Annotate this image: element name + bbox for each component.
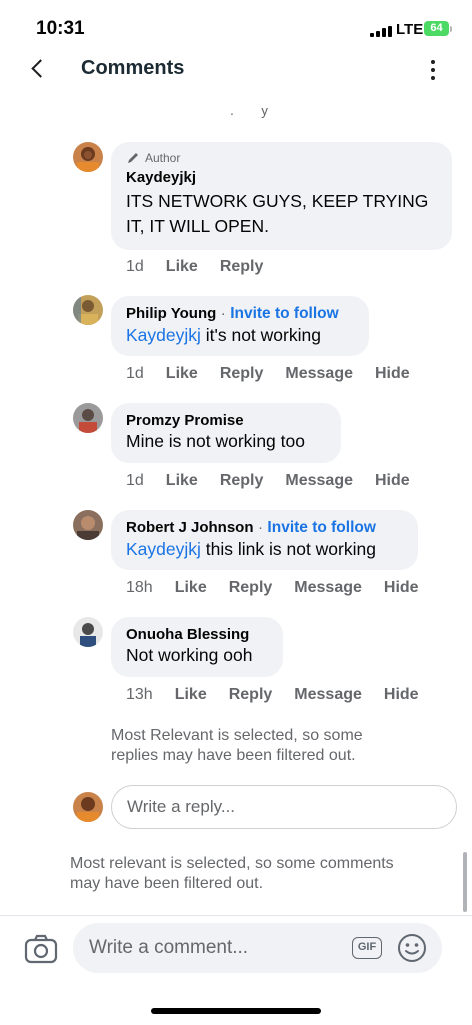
comment-time[interactable]: 1d — [126, 472, 144, 490]
like-button[interactable]: Like — [166, 472, 198, 490]
comment-body: Mine is not working too — [126, 431, 305, 451]
avatar[interactable] — [73, 510, 103, 540]
comment-body: Not working ooh — [126, 645, 253, 665]
reply-button[interactable]: Reply — [229, 579, 273, 597]
avatar[interactable] — [73, 295, 103, 325]
comment-time[interactable]: 1d — [126, 365, 144, 383]
message-button[interactable]: Message — [285, 472, 353, 490]
invite-to-follow-link[interactable]: Invite to follow — [267, 519, 376, 536]
comment-body: this link is not working — [200, 539, 376, 559]
current-user-avatar — [73, 792, 103, 822]
comment-author-name[interactable]: Onuoha Blessing — [126, 626, 268, 643]
mention-link[interactable]: Kaydeyjkj — [126, 539, 201, 559]
avatar[interactable] — [73, 142, 103, 172]
status-time: 10:31 — [36, 18, 85, 39]
comment-time[interactable]: 18h — [126, 579, 153, 597]
page-title: Comments — [81, 57, 185, 79]
comment-text-line: ITS NETWORK GUYS, KEEP TRYING — [126, 191, 429, 211]
comment-actions: 1d Like Reply — [126, 258, 285, 276]
comment-actions: 18h Like Reply Message Hide — [126, 579, 441, 597]
more-options-icon[interactable] — [424, 59, 442, 81]
mention-link[interactable]: Kaydeyjkj — [126, 325, 201, 345]
battery-tip — [450, 26, 452, 32]
hide-button[interactable]: Hide — [384, 579, 419, 597]
comment-bubble[interactable]: Author Kaydeyjkj ITS NETWORK GUYS, KEEP … — [111, 142, 452, 250]
message-button[interactable]: Message — [294, 686, 362, 704]
like-button[interactable]: Like — [175, 686, 207, 704]
comment-input-placeholder: Write a comment... — [89, 937, 249, 958]
avatar[interactable] — [73, 403, 103, 433]
signal-icon — [370, 26, 392, 37]
hide-button[interactable]: Hide — [375, 365, 410, 383]
comment-actions: 1d Like Reply Message Hide — [126, 365, 432, 383]
nav-bar: Comments — [0, 50, 472, 90]
network-label: LTE — [396, 21, 424, 38]
comment-text-line: IT, IT WILL OPEN. — [126, 216, 269, 236]
comment-bubble[interactable]: Philip Young · Invite to follow Kaydeyjk… — [111, 296, 369, 356]
comments-filter-note: Most relevant is selected, so some comme… — [70, 854, 394, 894]
reply-button[interactable]: Reply — [229, 686, 273, 704]
like-button[interactable]: Like — [166, 258, 198, 276]
comment-bubble[interactable]: Promzy Promise Mine is not working too — [111, 403, 341, 463]
replies-filter-note: Most Relevant is selected, so some repli… — [111, 726, 363, 766]
comment-actions: 13h Like Reply Message Hide — [126, 686, 441, 704]
invite-to-follow-link[interactable]: Invite to follow — [230, 305, 339, 322]
comment-author-name[interactable]: Promzy Promise — [126, 412, 326, 429]
comment-body: it's not working — [200, 325, 321, 345]
reply-button[interactable]: Reply — [220, 472, 264, 490]
comment-author-name[interactable]: Kaydeyjkj — [126, 169, 437, 186]
author-badge-label: Author — [145, 151, 181, 165]
note-line: replies may have been filtered out. — [111, 747, 356, 764]
comment-time[interactable]: 1d — [126, 258, 144, 276]
reply-button[interactable]: Reply — [220, 258, 264, 276]
comment-input[interactable]: Write a comment... — [73, 923, 442, 973]
camera-icon[interactable] — [24, 932, 58, 966]
note-line: Most Relevant is selected, so some — [111, 727, 363, 744]
comment-bubble[interactable]: Onuoha Blessing Not working ooh — [111, 617, 283, 677]
status-bar: 10:31 LTE 64 — [0, 0, 472, 56]
hide-button[interactable]: Hide — [384, 686, 419, 704]
emoji-icon[interactable] — [397, 933, 427, 963]
note-line: Most relevant is selected, so some comme… — [70, 855, 394, 872]
gif-button[interactable]: GIF — [352, 937, 382, 959]
separator-dot: · — [257, 519, 263, 536]
reply-input[interactable]: Write a reply... — [111, 785, 457, 829]
scrollbar[interactable] — [463, 852, 467, 912]
comment-composer: Write a comment... GIF — [0, 915, 472, 1025]
separator-dot: · — [220, 305, 226, 322]
battery-icon: 64 — [424, 21, 449, 36]
like-button[interactable]: Like — [166, 365, 198, 383]
author-badge: Author — [126, 151, 437, 165]
comment-bubble[interactable]: Robert J Johnson · Invite to follow Kayd… — [111, 510, 418, 570]
note-line: may have been filtered out. — [70, 875, 264, 892]
hide-button[interactable]: Hide — [375, 472, 410, 490]
message-button[interactable]: Message — [285, 365, 353, 383]
comment-author-name[interactable]: Robert J Johnson — [126, 519, 254, 536]
clipped-text: . y — [230, 108, 269, 118]
pencil-icon — [128, 153, 138, 163]
reply-button[interactable]: Reply — [220, 365, 264, 383]
like-button[interactable]: Like — [175, 579, 207, 597]
back-icon[interactable] — [26, 56, 52, 82]
comment-actions: 1d Like Reply Message Hide — [126, 472, 432, 490]
home-indicator[interactable] — [151, 1008, 321, 1014]
comment-text: Kaydeyjkj it's not working — [126, 323, 354, 348]
comment-text: Kaydeyjkj this link is not working — [126, 537, 403, 562]
avatar[interactable] — [73, 617, 103, 647]
comment-author-name[interactable]: Philip Young — [126, 305, 216, 322]
message-button[interactable]: Message — [294, 579, 362, 597]
comment-time[interactable]: 13h — [126, 686, 153, 704]
